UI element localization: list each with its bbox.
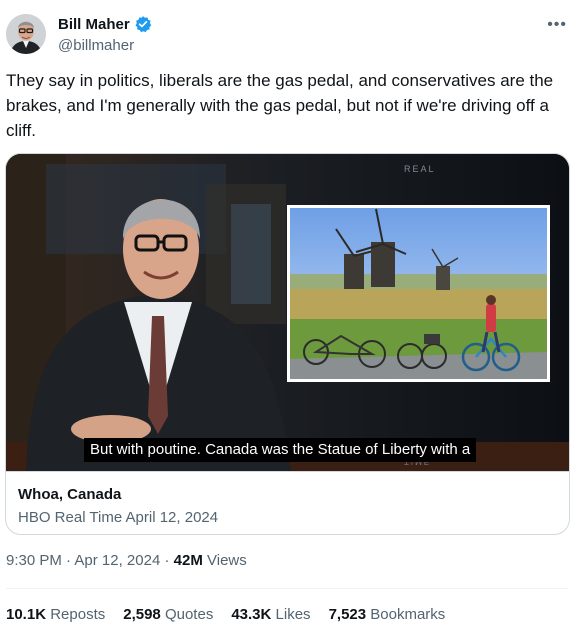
quotes-count: 2,598 <box>123 606 161 623</box>
quotes-label: Quotes <box>164 606 214 623</box>
name-row: Bill Maher <box>58 15 152 33</box>
reposts-stat[interactable]: 10.1K Reposts <box>6 606 105 623</box>
likes-count: 43.3K <box>231 606 272 623</box>
likes-label: Likes <box>275 606 311 623</box>
views-count: 42M <box>173 552 203 569</box>
separator: · <box>66 552 72 569</box>
quotes-stat[interactable]: 2,598 Quotes <box>123 606 213 623</box>
video-caption: But with poutine. Canada was the Statue … <box>84 438 477 462</box>
video-card[interactable]: REAL TIME But with poutine. Canada was t… <box>5 153 570 535</box>
divider <box>6 588 568 589</box>
bookmarks-label: Bookmarks <box>370 606 446 623</box>
avatar[interactable] <box>6 14 46 54</box>
time[interactable]: 9:30 PM <box>6 552 62 569</box>
engagement-stats: 10.1K Reposts 2,598 Quotes 43.3K Likes 7… <box>6 606 445 623</box>
video-thumbnail[interactable]: REAL TIME But with poutine. Canada was t… <box>6 154 569 471</box>
more-horizontal-icon[interactable]: ••• <box>547 16 567 34</box>
separator-2: · <box>164 552 170 569</box>
likes-stat[interactable]: 43.3K Likes <box>231 606 310 623</box>
tweet-timestamp: 9:30 PM · Apr 12, 2024 · 42M Views <box>6 552 247 569</box>
reposts-count: 10.1K <box>6 606 47 623</box>
card-title: Whoa, Canada <box>18 486 122 503</box>
tweet-text: They say in politics, liberals are the g… <box>6 71 554 140</box>
card-subtitle: HBO Real Time April 12, 2024 <box>18 509 219 526</box>
views-label: Views <box>207 552 247 569</box>
watermark-top: REAL <box>404 164 436 174</box>
bookmarks-stat[interactable]: 7,523 Bookmarks <box>329 606 446 623</box>
bookmarks-count: 7,523 <box>328 606 367 623</box>
tweet-header: Bill Maher @billmaher ••• <box>6 10 569 58</box>
date[interactable]: Apr 12, 2024 <box>74 552 160 569</box>
card-info[interactable]: Whoa, Canada HBO Real Time April 12, 202… <box>6 471 569 534</box>
display-name[interactable]: Bill Maher <box>58 16 130 33</box>
verified-badge-icon <box>134 15 152 33</box>
reposts-label: Reposts <box>50 606 106 623</box>
handle[interactable]: @billmaher <box>58 37 134 54</box>
video-frame-image <box>6 154 569 471</box>
